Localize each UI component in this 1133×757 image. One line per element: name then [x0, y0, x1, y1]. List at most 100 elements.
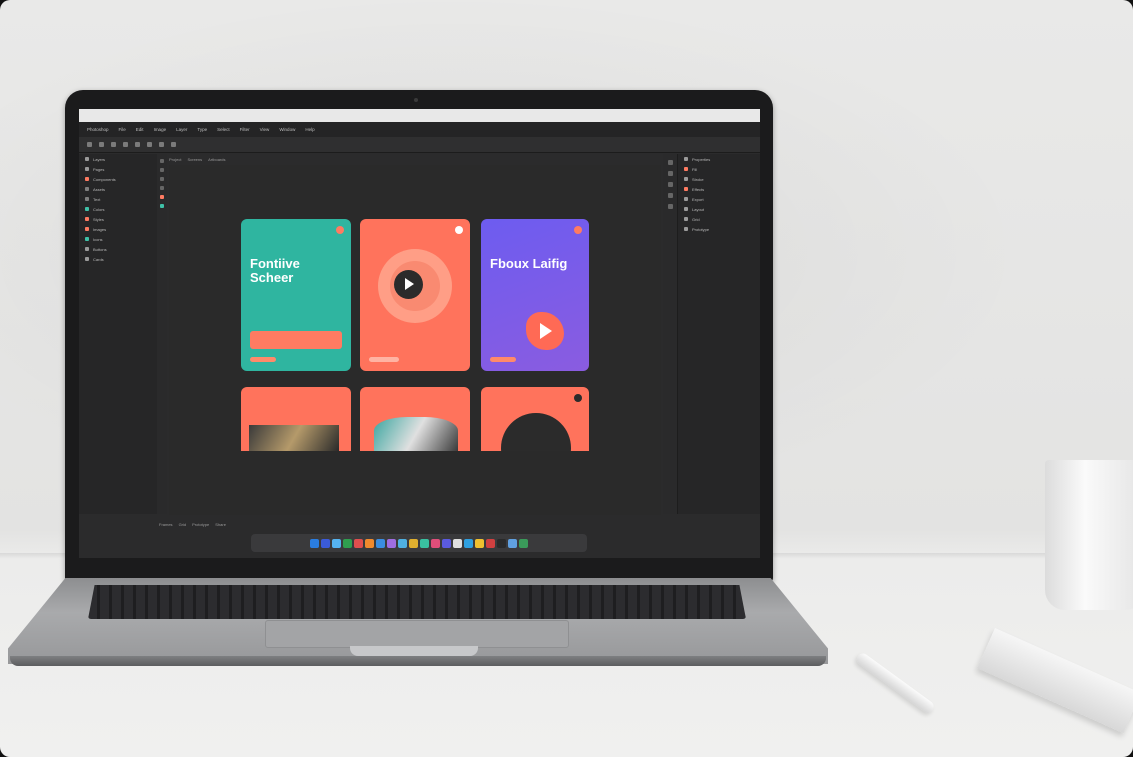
- panel-row[interactable]: Stroke: [678, 174, 760, 184]
- play-button-icon[interactable]: [394, 270, 423, 299]
- dock-app-icon[interactable]: [486, 538, 495, 548]
- photo-scene: Photoshop File Edit Image Layer Type Select Fil…: [0, 0, 1133, 757]
- dock-app-icon[interactable]: [464, 538, 473, 548]
- tool-icon[interactable]: [667, 171, 673, 176]
- tool-icon[interactable]: [160, 177, 164, 181]
- card-teal[interactable]: Fontiive Scheer: [241, 219, 351, 371]
- tool-icon[interactable]: [160, 159, 164, 163]
- breadcrumb-item[interactable]: Screens: [187, 157, 202, 162]
- panel-row-label: Styles: [93, 216, 104, 222]
- status-item[interactable]: Frames: [159, 522, 173, 527]
- card-photo-3[interactable]: [481, 387, 589, 451]
- photo-thumb: [374, 417, 458, 451]
- align-icon[interactable]: [111, 142, 116, 147]
- dock-app-icon[interactable]: [508, 538, 517, 548]
- panel-row[interactable]: Cards: [79, 254, 157, 264]
- card-coral-play[interactable]: [360, 219, 470, 371]
- menu-item[interactable]: Photoshop: [87, 127, 109, 132]
- pen-tool-icon[interactable]: [171, 142, 176, 147]
- panel-row[interactable]: Prototype: [678, 224, 760, 234]
- dock-app-icon[interactable]: [387, 538, 396, 548]
- card-dot-icon: [574, 394, 582, 402]
- panel-row-label: Effects: [692, 186, 705, 192]
- status-item[interactable]: Prototype: [192, 522, 209, 527]
- dock-app-icon[interactable]: [475, 538, 484, 548]
- panel-row[interactable]: Icons: [79, 234, 157, 244]
- design-canvas[interactable]: Fontiive Scheer Fboux Laifig: [169, 165, 661, 515]
- panel-row[interactable]: Layout: [678, 204, 760, 214]
- select-tool-icon[interactable]: [99, 142, 104, 147]
- panel-row[interactable]: Text: [79, 194, 157, 204]
- text-tool-icon[interactable]: [147, 142, 152, 147]
- card-purple[interactable]: Fboux Laifig: [481, 219, 589, 371]
- status-item[interactable]: Grid: [179, 522, 187, 527]
- shape-tool-icon[interactable]: [159, 142, 164, 147]
- dock-app-icon[interactable]: [442, 538, 451, 548]
- menu-item[interactable]: Image: [154, 127, 167, 132]
- distribute-icon[interactable]: [123, 142, 128, 147]
- menu-item[interactable]: Filter: [240, 127, 250, 132]
- dock-app-icon[interactable]: [453, 538, 462, 548]
- layer-icon: [85, 207, 89, 211]
- tool-icon[interactable]: [160, 195, 164, 199]
- panel-row[interactable]: Buttons: [79, 244, 157, 254]
- menu-item[interactable]: Help: [305, 127, 314, 132]
- dock-app-icon[interactable]: [354, 538, 363, 548]
- dock-app-icon[interactable]: [431, 538, 440, 548]
- transform-icon[interactable]: [135, 142, 140, 147]
- card-dot-icon: [574, 226, 582, 234]
- panel-row[interactable]: Assets: [79, 184, 157, 194]
- menu-item[interactable]: Layer: [176, 127, 187, 132]
- dock-app-icon[interactable]: [332, 538, 341, 548]
- card-photo-1[interactable]: [241, 387, 351, 451]
- tool-icon[interactable]: [160, 186, 164, 190]
- status-item[interactable]: Share: [215, 522, 226, 527]
- dock-app-icon[interactable]: [519, 538, 528, 548]
- dock-app-icon[interactable]: [409, 538, 418, 548]
- dock-app-icon[interactable]: [420, 538, 429, 548]
- move-tool-icon[interactable]: [87, 142, 92, 147]
- menu-item[interactable]: Select: [217, 127, 230, 132]
- dock-app-icon[interactable]: [497, 538, 506, 548]
- panel-row[interactable]: Effects: [678, 184, 760, 194]
- tool-icon[interactable]: [667, 193, 673, 198]
- dock-app-icon[interactable]: [310, 538, 319, 548]
- panel-row[interactable]: Layers: [79, 154, 157, 164]
- dock-app-icon[interactable]: [321, 538, 330, 548]
- stylus-pencil: [854, 651, 936, 715]
- breadcrumb-item[interactable]: Artboards: [208, 157, 225, 162]
- layers-panel: Layers Pages Components Assets Text Colors Sty…: [79, 154, 158, 514]
- dock-app-icon[interactable]: [376, 538, 385, 548]
- breadcrumb-item[interactable]: Project: [169, 157, 181, 162]
- panel-row[interactable]: Colors: [79, 204, 157, 214]
- layer-icon: [85, 257, 89, 261]
- menu-item[interactable]: Edit: [136, 127, 144, 132]
- tool-icon[interactable]: [667, 204, 673, 209]
- menu-item[interactable]: File: [119, 127, 126, 132]
- tool-icon[interactable]: [160, 204, 164, 208]
- panel-row[interactable]: Export: [678, 194, 760, 204]
- tool-icon[interactable]: [667, 160, 673, 165]
- notebook: [977, 628, 1133, 734]
- layer-icon: [85, 177, 89, 181]
- panel-row-label: Prototype: [692, 226, 710, 232]
- panel-row[interactable]: Components: [79, 174, 157, 184]
- tool-icon[interactable]: [160, 168, 164, 172]
- menu-item[interactable]: View: [260, 127, 270, 132]
- panel-row[interactable]: Fill: [678, 164, 760, 174]
- right-tool-strip: [663, 154, 677, 514]
- dock-app-icon[interactable]: [398, 538, 407, 548]
- card-cta-button[interactable]: [250, 331, 342, 349]
- panel-row[interactable]: Grid: [678, 214, 760, 224]
- panel-row[interactable]: Properties: [678, 154, 760, 164]
- tool-icon[interactable]: [667, 182, 673, 187]
- card-pill: [490, 357, 516, 362]
- panel-row[interactable]: Pages: [79, 164, 157, 174]
- dock-app-icon[interactable]: [365, 538, 374, 548]
- card-photo-2[interactable]: [360, 387, 470, 451]
- menu-item[interactable]: Type: [197, 127, 207, 132]
- panel-row[interactable]: Images: [79, 224, 157, 234]
- panel-row[interactable]: Styles: [79, 214, 157, 224]
- dock-app-icon[interactable]: [343, 538, 352, 548]
- menu-item[interactable]: Window: [279, 127, 295, 132]
